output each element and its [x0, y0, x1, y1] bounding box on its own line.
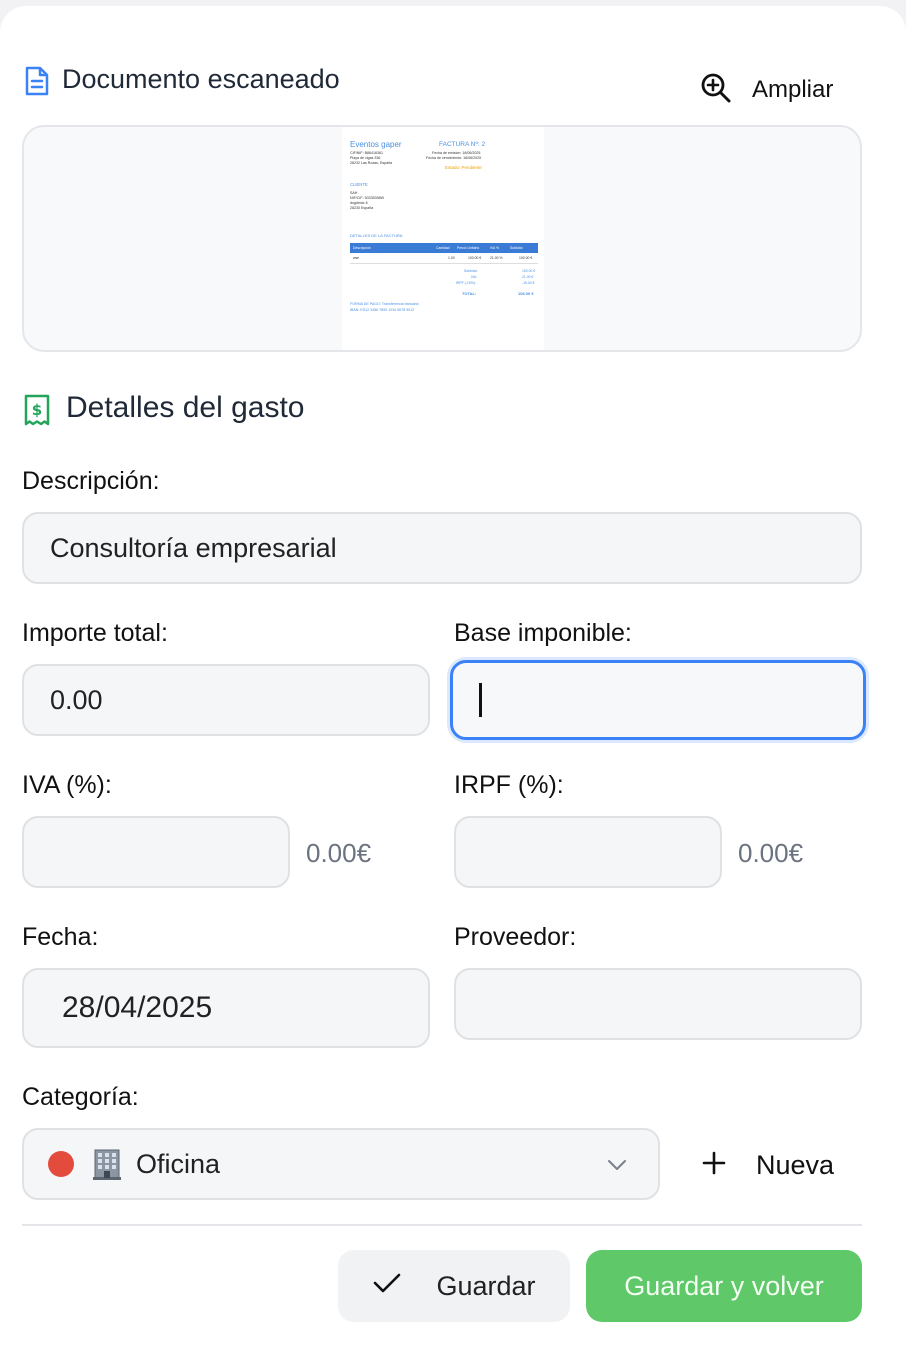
scanned-document-title: Documento escaneado: [62, 64, 340, 94]
iva-percent-input[interactable]: [22, 816, 290, 888]
zoom-button[interactable]: Ampliar: [700, 68, 833, 112]
invoice-th: IVA %: [490, 246, 499, 250]
irpf-label: IRPF (%):: [454, 771, 564, 799]
invoice-payment-line: FORMA DE PAGO: Transferencia bancaria: [350, 302, 419, 306]
svg-text:$: $: [32, 401, 42, 419]
invoice-company-line: CIF/NIF: B86416361: [350, 151, 383, 155]
invoice-th: Subtotal: [510, 246, 523, 250]
plus-icon: [700, 1149, 728, 1182]
iva-label: IVA (%):: [22, 771, 112, 799]
invoice-total-value: 21.00 €: [522, 275, 534, 279]
invoice-client-line: NIF/CIF: 50335398W: [350, 196, 384, 200]
chevron-down-icon: [606, 1154, 628, 1181]
category-select[interactable]: Oficina: [22, 1128, 660, 1200]
invoice-client-line: dxgdmdc 6: [350, 201, 368, 205]
save-button[interactable]: Guardar: [338, 1250, 570, 1322]
zoom-label: Ampliar: [752, 76, 834, 103]
irpf-amount: 0.00€: [738, 838, 804, 868]
invoice-number: FACTURA Nº: 2: [439, 141, 486, 148]
invoice-td: wse: [353, 256, 360, 260]
section-divider: [22, 1224, 862, 1226]
document-icon: [24, 66, 50, 101]
invoice-details-heading: DETALLES DE LA FACTURA: [350, 233, 403, 238]
irpf-percent-input[interactable]: [454, 816, 722, 888]
expense-details-title: Detalles del gasto: [66, 391, 305, 424]
supplier-label: Proveedor:: [454, 923, 577, 951]
invoice-client-heading: CLIENTE: [350, 182, 368, 187]
invoice-th: Cantidad: [436, 246, 450, 250]
invoice-row-divider: [350, 263, 538, 264]
invoice-td: 1.00: [448, 256, 455, 260]
invoice-payment-line: IBAN: ES12 3456 7890 1234 5678 9012: [350, 308, 415, 312]
invoice-company: Eventos gaper: [350, 140, 402, 149]
invoice-table-header: Descripción Cantidad Precio Unitario IVA…: [350, 243, 538, 253]
invoice-th: Descripción: [353, 246, 371, 250]
zoom-in-icon: [700, 72, 732, 109]
invoice-date-line: Fecha de emisión: 16/06/2025: [432, 151, 481, 155]
expense-form-card: Documento escaneado Ampliar Eventos gape…: [0, 6, 906, 1358]
invoice-total-label: IVA:: [471, 275, 478, 279]
invoice-total-value: -15.00 €: [522, 281, 535, 285]
save-label: Guardar: [436, 1270, 536, 1301]
category-color-dot: [48, 1151, 74, 1177]
invoice-total-value: 100.00 €: [522, 269, 536, 273]
invoice-grand-total-label: TOTAL:: [462, 291, 477, 296]
check-icon: [372, 1271, 402, 1302]
supplier-input[interactable]: [454, 968, 862, 1040]
invoice-th: Precio Unitario: [457, 246, 480, 250]
invoice-status: Estado: Pendiente: [445, 165, 482, 170]
total-amount-input[interactable]: 0.00: [22, 664, 430, 736]
document-preview[interactable]: Eventos gaper FACTURA Nº: 2 CIF/NIF: B86…: [22, 125, 862, 352]
invoice-td: 21.00 %: [490, 256, 503, 260]
invoice-client-line: 28230 España: [350, 206, 374, 210]
invoice-total-label: IRPF (-15%):: [456, 281, 476, 285]
office-building-icon: [90, 1147, 124, 1181]
invoice-td: 100.00 €: [519, 256, 533, 260]
invoice-grand-total-value: 106.00 €: [518, 291, 534, 296]
taxable-base-label: Base imponible:: [454, 619, 632, 647]
invoice-client-line: SAH: [350, 191, 358, 195]
description-input[interactable]: Consultoría empresarial: [22, 512, 862, 584]
date-label: Fecha:: [22, 923, 99, 951]
invoice-td: 100.00 €: [468, 256, 482, 260]
description-label: Descripción:: [22, 467, 160, 495]
save-and-return-button[interactable]: Guardar y volver: [586, 1250, 862, 1322]
invoice-company-line: Playa de vigas 336: [350, 156, 381, 160]
iva-amount: 0.00€: [306, 838, 372, 868]
text-cursor: [479, 683, 482, 717]
invoice-thumbnail: Eventos gaper FACTURA Nº: 2 CIF/NIF: B86…: [342, 127, 544, 350]
receipt-dollar-icon: $: [24, 394, 50, 431]
new-category-button[interactable]: Nueva: [700, 1140, 834, 1190]
category-label: Categoría:: [22, 1083, 139, 1111]
invoice-date-line: Fecha de vencimiento: 16/06/2025: [426, 156, 482, 160]
invoice-total-label: Subtotal:: [464, 269, 478, 273]
invoice-company-line: 28232 Las Rozas, España: [350, 161, 393, 165]
total-amount-label: Importe total:: [22, 619, 168, 647]
date-input[interactable]: 28/04/2025: [22, 968, 430, 1048]
category-value: Oficina: [136, 1148, 221, 1179]
taxable-base-input[interactable]: [450, 660, 866, 740]
new-category-label: Nueva: [756, 1149, 835, 1180]
